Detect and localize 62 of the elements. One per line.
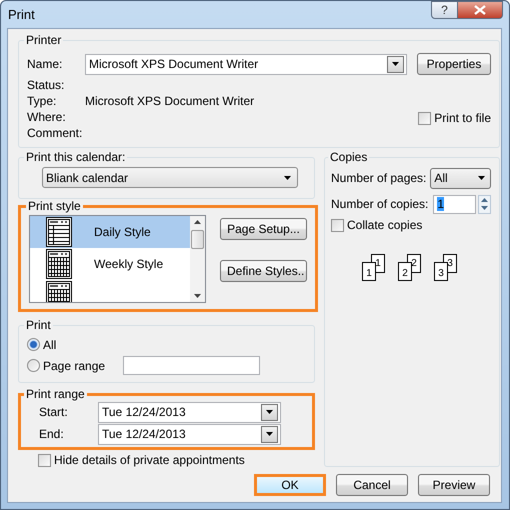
style-button[interactable]: Define Styles.. bbox=[220, 260, 307, 282]
help-button[interactable]: ? bbox=[431, 1, 458, 19]
end-date-dropdown[interactable]: Tue 12/24/2013 bbox=[98, 424, 281, 444]
calendar-page-icon bbox=[46, 249, 72, 279]
close-icon bbox=[474, 5, 486, 15]
properties-button[interactable]: Properties bbox=[417, 53, 491, 75]
checkbox-label: Hide details of private appointments bbox=[54, 453, 245, 467]
radio-label: Page range bbox=[43, 358, 106, 372]
style-item[interactable]: Daily Style bbox=[30, 216, 190, 248]
group-label: Printer bbox=[25, 33, 62, 47]
caret-icon bbox=[284, 176, 291, 180]
caret-icon bbox=[266, 410, 273, 414]
checkbox[interactable] bbox=[331, 218, 344, 232]
printer-type: Microsoft XPS Document Writer bbox=[85, 94, 254, 108]
start-date-dropdown[interactable]: Tue 12/24/2013 bbox=[98, 402, 281, 422]
style-item[interactable]: Weekly Style bbox=[30, 248, 190, 280]
caret-icon bbox=[266, 432, 273, 436]
field-label: Start: bbox=[38, 405, 69, 419]
page-sheet: 3 bbox=[434, 262, 448, 281]
style-button[interactable]: Page Setup... bbox=[220, 218, 307, 240]
dialog-button[interactable]: Preview bbox=[418, 474, 490, 496]
window-title: Print bbox=[8, 7, 35, 22]
group-label: Print bbox=[25, 318, 52, 332]
checkbox[interactable] bbox=[418, 112, 432, 124]
field-label: Type: bbox=[27, 93, 58, 109]
page-range-field[interactable] bbox=[123, 356, 260, 375]
copies-field[interactable]: 1 bbox=[433, 194, 476, 214]
calendar-page-icon bbox=[46, 217, 72, 247]
checkbox-label: Collate copies bbox=[347, 218, 422, 232]
field-label: Number of pages: bbox=[331, 171, 426, 185]
pages-dropdown[interactable]: All bbox=[430, 168, 492, 188]
radio-label: All bbox=[43, 338, 56, 352]
page-sheet: 2 bbox=[398, 262, 412, 281]
calendar-page-icon bbox=[46, 281, 72, 302]
scrollbar[interactable] bbox=[190, 216, 205, 302]
field-label: Name: bbox=[27, 56, 64, 72]
calendar-dropdown[interactable]: Bliank calendar bbox=[42, 167, 298, 188]
caret-icon bbox=[478, 176, 486, 180]
field-label: Number of copies: bbox=[331, 197, 428, 211]
group-label: Print style bbox=[27, 199, 82, 213]
scroll-thumb[interactable] bbox=[191, 230, 204, 249]
group-label: Print this calendar: bbox=[25, 150, 126, 164]
spin-buttons[interactable] bbox=[478, 194, 492, 214]
dialog-button[interactable]: Cancel bbox=[336, 474, 408, 496]
printer-dropdown[interactable]: Microsoft XPS Document Writer bbox=[85, 54, 407, 74]
checkbox-label: Print to file bbox=[434, 111, 491, 125]
close-button[interactable] bbox=[458, 1, 503, 19]
field-label: Where: bbox=[27, 109, 67, 125]
radio-button[interactable] bbox=[27, 338, 40, 351]
page-sheet: 1 bbox=[362, 262, 376, 281]
group-label: Copies bbox=[329, 150, 368, 164]
checkbox[interactable] bbox=[38, 454, 51, 466]
scroll-down-icon[interactable] bbox=[194, 294, 201, 298]
radio-button[interactable] bbox=[27, 359, 40, 372]
group-label: Print range bbox=[25, 387, 86, 401]
caret-icon bbox=[392, 62, 399, 66]
scroll-up-icon[interactable] bbox=[194, 220, 201, 224]
field-label: End: bbox=[38, 427, 65, 441]
style-list[interactable]: Daily Style Weekly Style bbox=[29, 215, 206, 303]
field-label: Comment: bbox=[27, 125, 84, 141]
dialog-button[interactable]: OK bbox=[254, 474, 326, 496]
field-label: Status: bbox=[27, 77, 66, 93]
